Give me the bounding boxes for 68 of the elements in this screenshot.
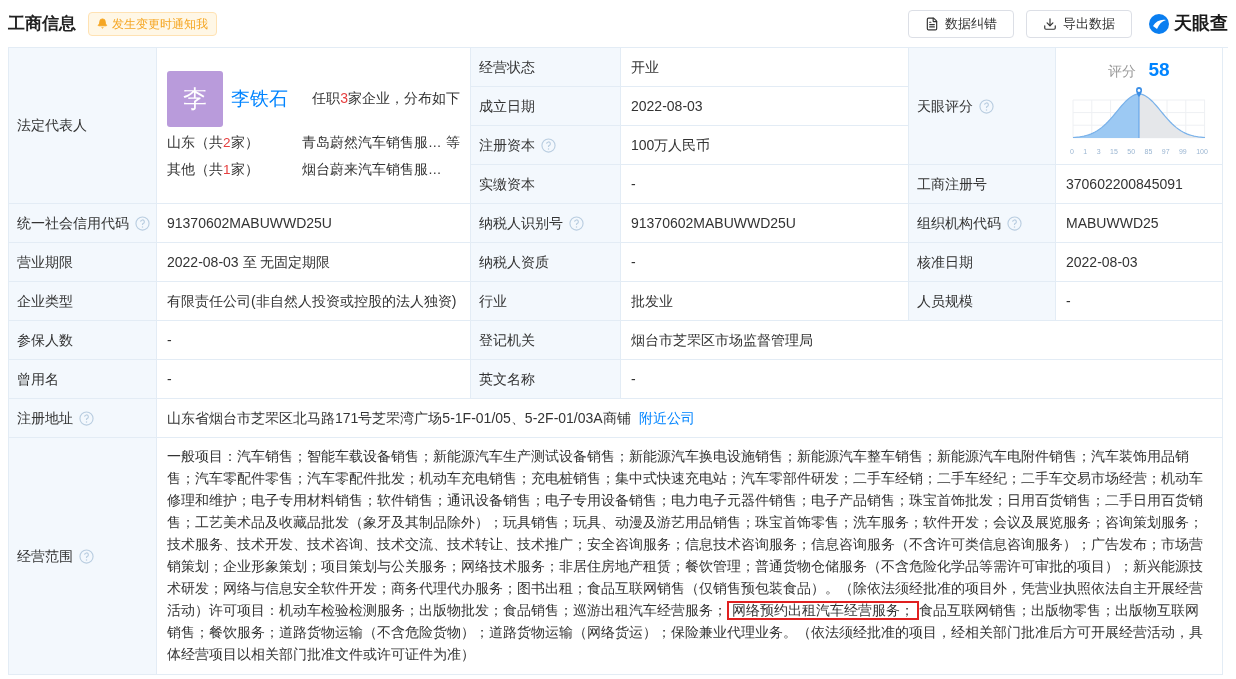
help-icon[interactable]	[569, 215, 584, 231]
field-label: 注册地址	[17, 408, 73, 428]
field-label: 曾用名	[17, 369, 59, 389]
logo-text: 天眼查	[1174, 12, 1228, 35]
field-value: 2022-08-03	[631, 96, 703, 116]
field-value: -	[631, 174, 636, 194]
job-summary: 任职3家企业，分布如下	[312, 89, 460, 109]
company-link[interactable]: 烟台蔚来汽车销售服…	[302, 160, 442, 181]
help-icon[interactable]	[79, 410, 94, 426]
action-button[interactable]: 数据纠错	[908, 9, 1014, 38]
field-label: 营业期限	[17, 252, 73, 272]
field-value: 有限责任公司(非自然人投资或控股的法人独资)	[167, 291, 457, 311]
field-label: 企业类型	[17, 291, 73, 311]
more-text: 等	[446, 133, 460, 152]
bell-icon	[97, 18, 108, 29]
field-value: 2022-08-03 至 无固定期限	[167, 252, 331, 272]
field-label: 实缴资本	[479, 174, 535, 194]
field-label: 核准日期	[917, 252, 973, 272]
field-label: 组织机构代码	[917, 213, 1001, 233]
avatar: 李	[167, 70, 223, 127]
field-value: -	[167, 369, 172, 389]
action-button[interactable]: 导出数据	[1026, 9, 1132, 38]
section-title: 工商信息	[8, 12, 76, 35]
field-label: 经营范围	[17, 546, 73, 566]
field-label: 人员规模	[917, 291, 973, 311]
score-caption: 评分	[1108, 61, 1137, 81]
field-value: 烟台市芝罘区市场监督管理局	[631, 330, 813, 350]
field-label: 工商注册号	[917, 174, 987, 194]
field-label: 成立日期	[479, 96, 535, 116]
help-icon[interactable]	[979, 98, 994, 114]
field-label: 登记机关	[479, 330, 535, 350]
field-label: 行业	[479, 291, 507, 311]
field-label: 天眼评分	[917, 96, 973, 116]
help-icon[interactable]	[79, 548, 94, 564]
help-icon[interactable]	[541, 137, 556, 153]
field-value: 开业	[631, 57, 659, 77]
document-icon	[925, 16, 939, 31]
field-value: -	[631, 252, 636, 272]
score-value: 58	[1148, 57, 1170, 82]
field-label: 统一社会信用代码	[17, 213, 129, 233]
field-label: 经营状态	[479, 57, 535, 77]
field-value: 2022-08-03	[1066, 252, 1138, 272]
region-count[interactable]: 其他（共1家）	[167, 160, 302, 181]
field-label: 纳税人识别号	[479, 213, 563, 233]
help-icon[interactable]	[1007, 215, 1022, 231]
nearby-companies-link[interactable]: 附近公司	[638, 407, 695, 429]
field-value: 91370602MABUWWD25U	[631, 213, 796, 233]
field-value: 山东省烟台市芝罘区北马路171号芝罘湾广场5-1F-01/05、5-2F-01/03A商铺	[167, 408, 631, 428]
field-label: 法定代表人	[17, 116, 87, 135]
field-label: 参保人数	[17, 330, 73, 350]
logo-icon	[1148, 12, 1170, 35]
company-link[interactable]: 青岛蔚然汽车销售服…	[302, 132, 442, 153]
field-label: 纳税人资质	[479, 252, 549, 272]
field-value: -	[1066, 291, 1071, 311]
field-label: 注册资本	[479, 135, 535, 155]
field-value: -	[167, 330, 172, 350]
field-label: 英文名称	[479, 369, 535, 389]
help-icon[interactable]	[135, 215, 150, 231]
region-count[interactable]: 山东（共2家）	[167, 132, 302, 153]
field-value: 91370602MABUWWD25U	[167, 213, 332, 233]
field-value: 批发业	[631, 291, 673, 311]
field-value: 100万人民币	[631, 135, 711, 155]
field-value: MABUWWD25	[1066, 213, 1159, 233]
person-name-link[interactable]: 李铁石	[231, 84, 288, 113]
download-icon	[1043, 16, 1057, 31]
field-value: 370602200845091	[1066, 174, 1183, 194]
field-value: -	[631, 369, 636, 389]
scope-text: 一般项目：汽车销售；智能车载设备销售；新能源汽车生产测试设备销售；新能源汽车换电设施销售；新能源汽车整车销售；新能源汽车电附件销售；汽车装饰用品销售；汽车零配件零售；汽车零配件批发；机动车充电销售；充电桩销售；集中式快速充电站；汽车零部件研发；二手车经销；二手车经纪；二手车交易市场经营；机动车修理和维护；电子专用材料销售；软件销售；通讯设备销售；电子专用设备销售；电力电子元器件销售；电子产品销售；珠宝首饰批发；日用百货销售；二手日用百货销售；工艺美术品及收藏品批发（象牙及其制品除外）；玩具销售；玩具、动漫及游艺用品销售；珠宝首饰零售；洗车服务；软件开发；会议及展览服务；咨询策划服务；技术服务、技术开发、技术咨询、技术交流、技术转让、技术推广；安全咨询服务；信息技术咨询服务；信息咨询服务（不含许可类信息咨询服务）；广告发布；市场营销策划；企业形象策划；项目策划与公关服务；网络技术服务；非居住房地产租赁；餐饮管理；普通货物仓储服务（不含危险化学品等需许可审批的项目）；新兴能源技术研发；网络与信息安全软件开发；商务代理代办服务；图书出租；食品互联网销售（仅销售预包装食品）。（除依法须经批准的项目外，凭营业执照依法自主开展经营活动）许可项目：机动车检验检测服务；出版物批发；食品销售；巡游出租汽车经营服务； 网络预约出租汽车经营服务； 食品互联网销售；出版物零售；出版物互联网销售；餐饮服务；道路货物运输（不含危险货物）；道路货物运输（网络货运）；保险兼业代理业务。（依法须经批准的项目，经相关部门批准后方可开展经营活动，具体经营项目以相关部门批准文件或许可证件为准）	[167, 448, 1204, 664]
